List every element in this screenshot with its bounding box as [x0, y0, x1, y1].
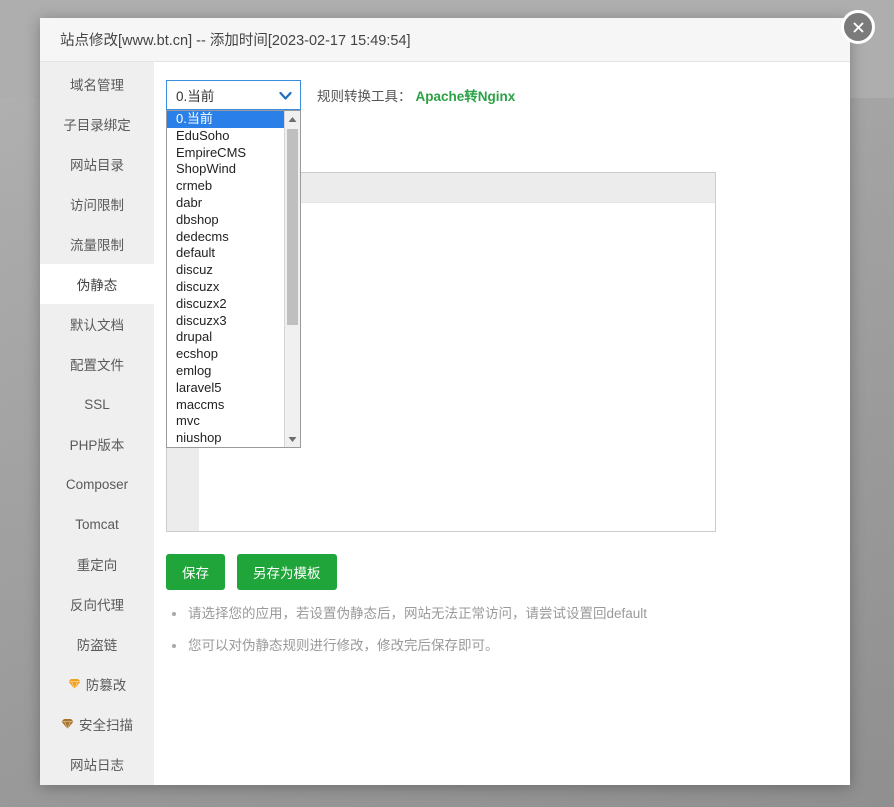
sidebar-item-label: 默认文档 — [70, 314, 124, 334]
sidebar-item-0[interactable]: 域名管理 — [40, 64, 154, 104]
sidebar-item-label: 防盗链 — [77, 634, 118, 654]
rewrite-rule-dropdown[interactable]: 0.当前EduSohoEmpireCMSShopWindcrmebdabrdbs… — [166, 110, 301, 448]
rewrite-rule-option-list: 0.当前EduSohoEmpireCMSShopWindcrmebdabrdbs… — [167, 111, 284, 447]
sidebar-item-8[interactable]: SSL — [40, 384, 154, 424]
dropdown-option-16[interactable]: laravel5 — [167, 380, 284, 397]
dropdown-option-12[interactable]: discuzx3 — [167, 313, 284, 330]
dropdown-option-14[interactable]: ecshop — [167, 346, 284, 363]
dropdown-option-10[interactable]: discuzx — [167, 279, 284, 296]
hint-list: 请选择您的应用，若设置伪静态后，网站无法正常访问，请尝试设置回default 您可… — [166, 604, 726, 669]
dropdown-option-4[interactable]: crmeb — [167, 178, 284, 195]
content-panel: 0.当前 0.当前EduSohoEmpireCMSShopWindcrmebda… — [154, 62, 850, 785]
modal-body: 域名管理子目录绑定网站目录访问限制流量限制伪静态默认文档配置文件 SSL PHP版本… — [40, 62, 850, 785]
scroll-down-icon[interactable] — [285, 431, 300, 447]
save-button[interactable]: 保存 — [166, 554, 225, 590]
sidebar-item-label: 反向代理 — [70, 594, 124, 614]
sidebar-item-label: 访问限制 — [70, 194, 124, 214]
apache-to-nginx-link[interactable]: Apache转Nginx — [416, 85, 516, 105]
sidebar-item-11[interactable]: Tomcat — [40, 504, 154, 544]
sidebar-item-3[interactable]: 访问限制 — [40, 184, 154, 224]
close-x-glyph — [851, 20, 866, 35]
sidebar-item-4[interactable]: 流量限制 — [40, 224, 154, 264]
sidebar-item-17[interactable]: 网站日志 — [40, 744, 154, 784]
modal-title: 站点修改[www.bt.cn] -- 添加时间[2023-02-17 15:49… — [40, 18, 850, 62]
sidebar-item-label: 子目录绑定 — [63, 114, 131, 134]
dropdown-option-19[interactable]: niushop — [167, 430, 284, 447]
sidebar-item-label: 域名管理 — [70, 74, 124, 94]
save-as-template-button[interactable]: 另存为模板 — [237, 554, 337, 590]
sidebar-item-label: 伪静态 — [77, 274, 118, 294]
toolbar-row: 0.当前 0.当前EduSohoEmpireCMSShopWindcrmebda… — [166, 80, 830, 110]
dropdown-option-15[interactable]: emlog — [167, 363, 284, 380]
hint-text: 您可以对伪静态规则进行修改，修改完后保存即可。 — [188, 636, 499, 656]
sidebar-item-12[interactable]: 重定向 — [40, 544, 154, 584]
sidebar-item-2[interactable]: 网站目录 — [40, 144, 154, 184]
bullet-icon — [172, 644, 176, 648]
close-icon[interactable] — [841, 10, 875, 44]
sidebar-item-label: 重定向 — [77, 554, 118, 574]
sidebar-item-5[interactable]: 伪静态 — [40, 264, 154, 304]
hint-item-1: 您可以对伪静态规则进行修改，修改完后保存即可。 — [166, 636, 726, 656]
dropdown-option-7[interactable]: dedecms — [167, 229, 284, 246]
sidebar-item-label: Tomcat — [75, 517, 119, 532]
sidebar-item-label: 网站日志 — [70, 754, 124, 774]
dropdown-option-13[interactable]: drupal — [167, 329, 284, 346]
dropdown-scrollbar[interactable] — [284, 111, 300, 447]
sidebar-item-label: 网站目录 — [70, 154, 124, 174]
sidebar-item-7[interactable]: 配置文件 — [40, 344, 154, 384]
rewrite-rule-select-value: 0.当前 — [176, 85, 214, 105]
dropdown-option-5[interactable]: dabr — [167, 195, 284, 212]
sidebar-item-label: PHP版本 — [70, 434, 125, 454]
sidebar-item-label: 配置文件 — [70, 354, 124, 374]
dropdown-option-6[interactable]: dbshop — [167, 212, 284, 229]
sidebar-item-6[interactable]: 默认文档 — [40, 304, 154, 344]
rewrite-rule-select-wrap: 0.当前 0.当前EduSohoEmpireCMSShopWindcrmebda… — [166, 80, 301, 110]
sidebar-item-13[interactable]: 反向代理 — [40, 584, 154, 624]
scrollbar-thumb[interactable] — [287, 129, 298, 325]
chevron-down-icon — [279, 89, 292, 104]
hint-item-0: 请选择您的应用，若设置伪静态后，网站无法正常访问，请尝试设置回default — [166, 604, 726, 624]
sidebar-item-9[interactable]: PHP版本 — [40, 424, 154, 464]
sidebar: 域名管理子目录绑定网站目录访问限制流量限制伪静态默认文档配置文件 SSL PHP版本… — [40, 62, 154, 785]
dropdown-option-1[interactable]: EduSoho — [167, 128, 284, 145]
converter-label: 规则转换工具： — [317, 85, 412, 105]
site-edit-modal: 站点修改[www.bt.cn] -- 添加时间[2023-02-17 15:49… — [40, 18, 850, 785]
sidebar-item-label: SSL — [84, 397, 110, 412]
dropdown-option-11[interactable]: discuzx2 — [167, 296, 284, 313]
sidebar-item-label: 防篡改 — [86, 674, 127, 694]
sidebar-item-1[interactable]: 子目录绑定 — [40, 104, 154, 144]
dropdown-option-9[interactable]: discuz — [167, 262, 284, 279]
dropdown-option-2[interactable]: EmpireCMS — [167, 145, 284, 162]
sidebar-item-15[interactable]: 防篡改 — [40, 664, 154, 704]
sidebar-item-label: Composer — [66, 477, 128, 492]
dropdown-option-0[interactable]: 0.当前 — [167, 111, 284, 128]
hint-text: 请选择您的应用，若设置伪静态后，网站无法正常访问，请尝试设置回default — [188, 604, 647, 624]
dropdown-option-3[interactable]: ShopWind — [167, 161, 284, 178]
action-button-row: 保存 另存为模板 — [166, 554, 337, 590]
sidebar-item-16[interactable]: 安全扫描 — [40, 704, 154, 744]
sidebar-item-label: 安全扫描 — [79, 714, 133, 734]
dropdown-option-17[interactable]: maccms — [167, 397, 284, 414]
dropdown-option-8[interactable]: default — [167, 245, 284, 262]
sidebar-item-10[interactable]: Composer — [40, 464, 154, 504]
rewrite-rule-select[interactable]: 0.当前 — [166, 80, 301, 110]
gem-icon — [68, 678, 81, 690]
gem-icon — [61, 718, 74, 730]
scroll-up-icon[interactable] — [285, 111, 300, 127]
bullet-icon — [172, 612, 176, 616]
dropdown-option-18[interactable]: mvc — [167, 413, 284, 430]
sidebar-item-14[interactable]: 防盗链 — [40, 624, 154, 664]
sidebar-item-label: 流量限制 — [70, 234, 124, 254]
